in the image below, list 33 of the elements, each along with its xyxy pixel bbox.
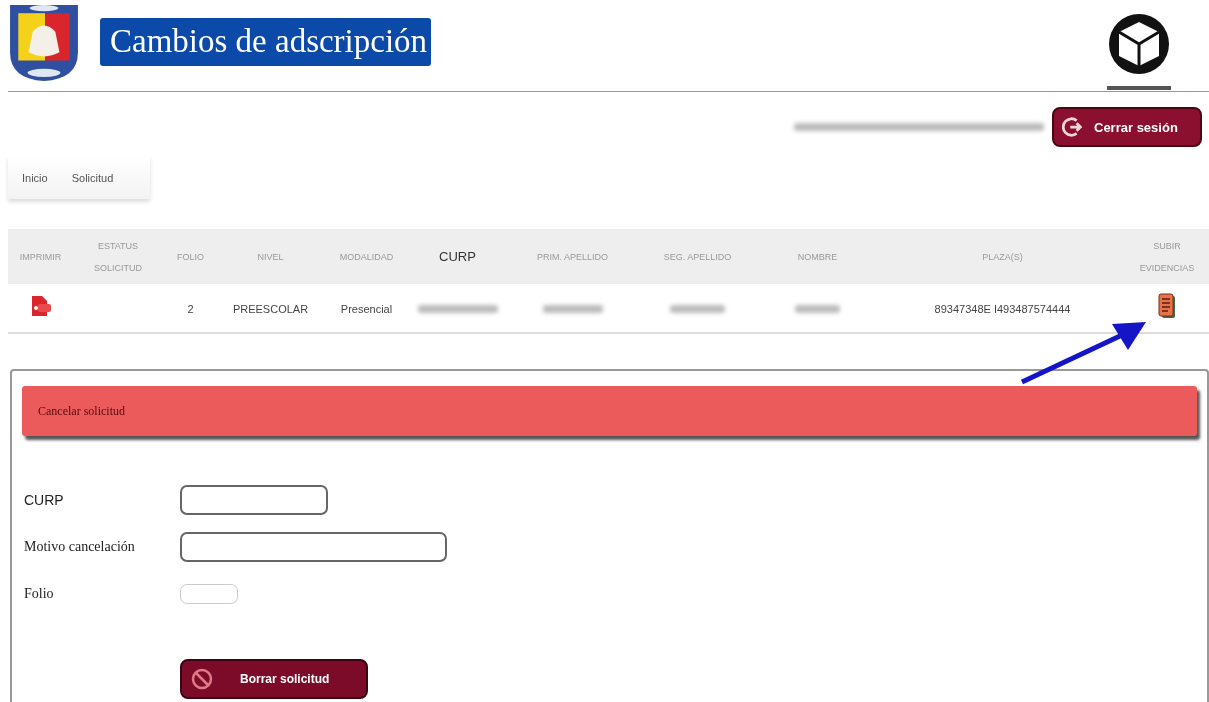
column-header: SUBIR EVIDENCIAS bbox=[1138, 239, 1196, 275]
column-header: PRIM. APELLIDO bbox=[537, 250, 608, 264]
input-field[interactable] bbox=[180, 531, 447, 562]
panel-title: Cancelar solicitud bbox=[22, 386, 1197, 436]
column-header: MODALIDAD bbox=[339, 250, 394, 264]
logout-button[interactable]: Cerrar sesión bbox=[1052, 107, 1202, 147]
table-cell: 2 bbox=[187, 303, 194, 315]
pdf-file-icon[interactable] bbox=[29, 295, 52, 317]
document-icon[interactable] bbox=[1158, 293, 1176, 319]
column-header: SEG. APELLIDO bbox=[663, 250, 732, 264]
field-label: CURP bbox=[24, 491, 65, 508]
table-cell: 89347348E I493487574444 bbox=[934, 303, 1071, 315]
column-header: NIVEL bbox=[257, 250, 284, 264]
nav-link[interactable]: Inicio bbox=[22, 171, 48, 184]
field-label: Folio bbox=[24, 585, 55, 602]
input-field[interactable] bbox=[180, 484, 328, 515]
redacted-text bbox=[670, 305, 725, 313]
column-header: ESTATUS SOLICITUD bbox=[93, 239, 143, 275]
page-title: Cambios de adscripción bbox=[100, 18, 432, 66]
logout-icon bbox=[1062, 116, 1084, 138]
table-cell: Presencial bbox=[340, 303, 393, 315]
redacted-text bbox=[795, 305, 840, 313]
column-header: PLAZA(S) bbox=[982, 250, 1023, 264]
table-cell: PREESCOLAR bbox=[232, 303, 309, 315]
nav-link[interactable]: Solicitud bbox=[71, 171, 114, 184]
redacted-text bbox=[542, 305, 603, 313]
field-label: Motivo cancelación bbox=[24, 538, 136, 555]
delete-button[interactable]: Borrar solicitud bbox=[180, 659, 368, 699]
column-header: FOLIO bbox=[177, 250, 204, 264]
column-header: CURP bbox=[439, 247, 476, 266]
prohibited-icon bbox=[190, 667, 214, 691]
column-header: IMPRIMIR bbox=[19, 250, 62, 264]
column-header: NOMBRE bbox=[797, 250, 838, 264]
